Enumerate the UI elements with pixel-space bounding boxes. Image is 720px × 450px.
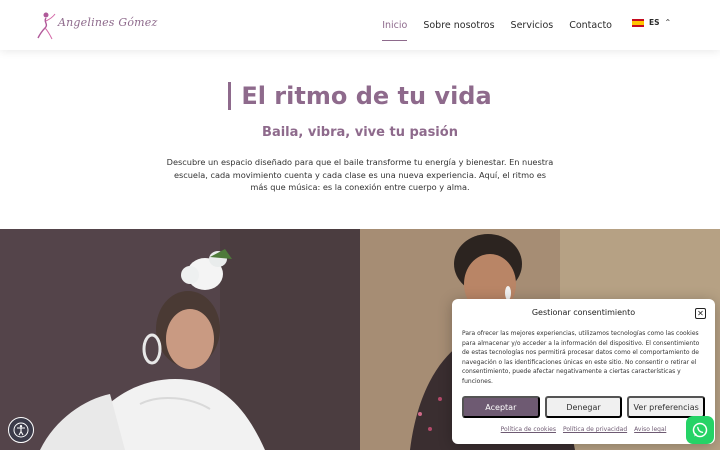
hero-title: El ritmo de tu vida [228,82,492,110]
hero-description: Descubre un espacio diseñado para que el… [166,157,554,192]
close-icon[interactable]: ✕ [695,308,706,319]
dancer-photo-left [0,229,360,450]
accessibility-icon [13,422,29,438]
language-code: ES [649,18,660,27]
nav-item-sobre-nosotros[interactable]: Sobre nosotros [423,16,494,35]
whatsapp-icon [692,422,708,438]
main-nav: Inicio Sobre nosotros Servicios Contacto [382,0,612,50]
nav-item-inicio[interactable]: Inicio [382,16,408,41]
legal-notice-link[interactable]: Aviso legal [634,426,666,433]
cookie-consent-dialog: Gestionar consentimiento ✕ Para ofrecer … [452,299,715,444]
spain-flag-icon [632,18,644,27]
hero-section: El ritmo de tu vida Baila, vibra, vive t… [0,50,720,230]
cookie-policy-links: Política de cookies Política de privacid… [452,426,715,433]
hero-subtitle: Baila, vibra, vive tu pasión [262,125,458,140]
preferences-button[interactable]: Ver preferencias [627,396,706,418]
language-switcher[interactable]: ES ⌃ [632,18,671,27]
cookie-dialog-title: Gestionar consentimiento [531,308,636,317]
nav-item-contacto[interactable]: Contacto [569,16,612,35]
brand-name: Angelines Gómez [58,16,158,29]
accept-button[interactable]: Aceptar [462,396,540,418]
hero-title-wrap: El ritmo de tu vida [0,82,720,110]
nav-item-servicios[interactable]: Servicios [511,16,554,35]
dancer-logo-icon [37,12,56,40]
accessibility-button[interactable] [8,417,34,443]
whatsapp-button[interactable] [686,416,714,444]
brand-logo[interactable]: Angelines Gómez [36,10,157,40]
site-header: Angelines Gómez Inicio Sobre nosotros Se… [0,0,720,50]
cookie-buttons: Aceptar Denegar Ver preferencias [462,396,706,418]
deny-button[interactable]: Denegar [544,396,623,418]
cookie-policy-link[interactable]: Política de cookies [501,426,556,433]
flamenco-dancer-image [0,229,360,450]
cookie-dialog-body: Para ofrecer las mejores experiencias, u… [462,330,700,385]
chevron-up-icon: ⌃ [664,17,672,27]
privacy-policy-link[interactable]: Política de privacidad [563,426,627,433]
